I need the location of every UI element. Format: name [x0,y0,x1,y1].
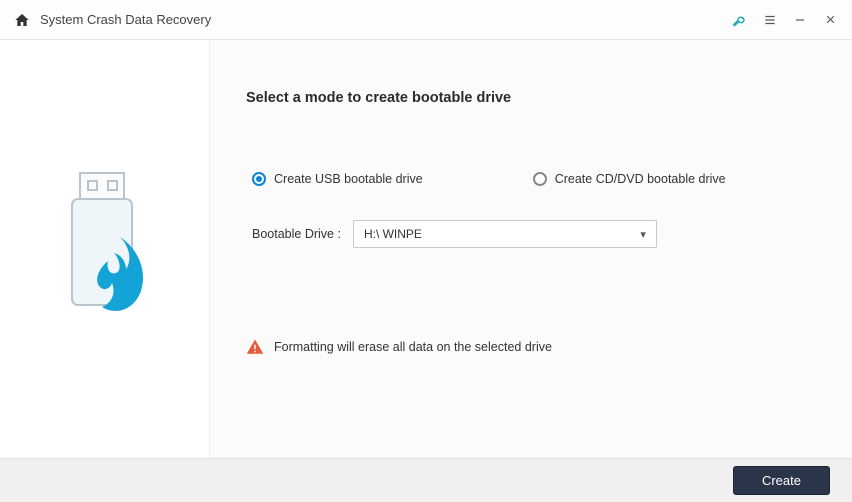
home-icon[interactable] [14,12,30,28]
main-panel: Select a mode to create bootable drive C… [210,40,852,458]
usb-drive-icon [50,169,160,329]
bootable-drive-label: Bootable Drive : [252,227,341,241]
radio-usb-bootable[interactable]: Create USB bootable drive [252,172,423,186]
bootable-drive-select[interactable]: H:\ WINPE ▾ [353,220,657,248]
radio-cd-dvd-bootable[interactable]: Create CD/DVD bootable drive [533,172,726,186]
menu-icon[interactable] [762,12,778,28]
format-warning: Formatting will erase all data on the se… [246,338,552,356]
radio-icon [252,172,266,186]
page-heading: Select a mode to create bootable drive [246,90,816,106]
sidebar-illustration [0,40,210,458]
radio-icon [533,172,547,186]
radio-label: Create USB bootable drive [274,172,423,186]
close-button[interactable] [822,12,838,28]
select-value: H:\ WINPE [364,227,422,241]
footer-bar: Create [0,458,852,502]
create-button[interactable]: Create [733,466,830,495]
radio-label: Create CD/DVD bootable drive [555,172,726,186]
titlebar: System Crash Data Recovery [0,0,852,40]
minimize-button[interactable] [792,12,808,28]
key-icon[interactable] [732,12,748,28]
window-title: System Crash Data Recovery [40,12,211,27]
warning-text: Formatting will erase all data on the se… [274,340,552,354]
mode-radio-group: Create USB bootable drive Create CD/DVD … [252,172,816,186]
warning-icon [246,338,264,356]
chevron-down-icon: ▾ [640,228,646,241]
